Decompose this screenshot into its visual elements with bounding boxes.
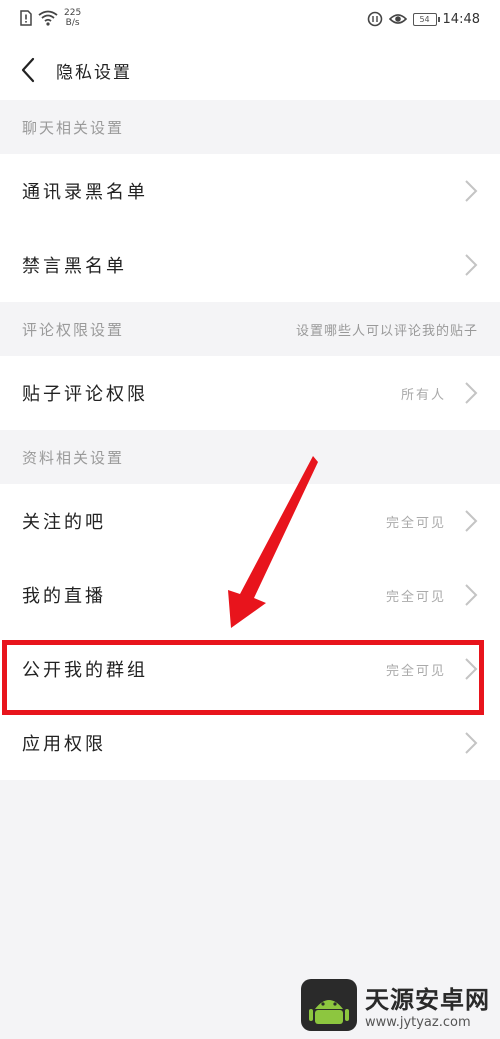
row-followed-bars[interactable]: 关注的吧 完全可见 — [0, 484, 500, 558]
wifi-icon — [38, 10, 58, 26]
battery-level: 54 — [419, 14, 430, 24]
sim-alert-icon — [20, 10, 32, 26]
section-header-profile: 资料相关设置 — [0, 430, 500, 484]
back-button[interactable] — [0, 40, 56, 100]
header: 隐私设置 — [0, 40, 500, 100]
section-header-chat: 聊天相关设置 — [0, 100, 500, 154]
row-label: 公开我的群组 — [22, 660, 148, 681]
network-speed-value: 225 — [64, 8, 82, 18]
android-logo-icon — [301, 979, 357, 1031]
row-value: 完全可见 — [385, 515, 446, 531]
chevron-right-icon — [465, 382, 478, 404]
watermark-name: 天源安卓网 — [365, 986, 490, 1014]
section-title: 评论权限设置 — [22, 320, 125, 339]
sync-icon — [367, 11, 382, 27]
status-time: 14:48 — [442, 11, 480, 27]
watermark-text: 天源安卓网 www.jytyaz.com — [365, 980, 490, 1030]
status-right: 54 14:48 — [367, 11, 480, 27]
row-right — [464, 731, 478, 755]
row-value: 完全可见 — [385, 589, 446, 605]
battery-icon: 54 — [412, 12, 440, 26]
row-my-live[interactable]: 我的直播 完全可见 — [0, 558, 500, 632]
row-right: 完全可见 — [386, 657, 478, 681]
chevron-right-icon — [465, 510, 478, 532]
section-header-comment: 评论权限设置 设置哪些人可以评论我的贴子 — [0, 302, 500, 356]
section-title: 聊天相关设置 — [22, 118, 125, 137]
status-bar: 225 B/s 54 14:48 — [0, 0, 500, 40]
row-label: 关注的吧 — [22, 512, 106, 533]
section-group-chat: 通讯录黑名单 禁言黑名单 — [0, 154, 500, 302]
back-arrow-icon — [21, 57, 35, 83]
row-label: 禁言黑名单 — [22, 256, 127, 277]
row-value: 所有人 — [400, 387, 446, 403]
chevron-right-icon — [465, 180, 478, 202]
page-title: 隐私设置 — [56, 62, 132, 83]
row-right — [464, 253, 478, 277]
network-speed: 225 B/s — [64, 8, 81, 28]
row-label: 贴子评论权限 — [22, 384, 148, 405]
row-label: 应用权限 — [22, 734, 106, 755]
eye-icon — [388, 14, 407, 24]
section-group-comment: 贴子评论权限 所有人 — [0, 356, 500, 430]
row-right — [464, 179, 478, 203]
network-speed-unit: B/s — [65, 18, 80, 28]
row-public-my-groups[interactable]: 公开我的群组 完全可见 — [0, 632, 500, 706]
row-contacts-blacklist[interactable]: 通讯录黑名单 — [0, 154, 500, 228]
section-group-profile: 关注的吧 完全可见 我的直播 完全可见 公开我的群组 完全可见 应用权限 — [0, 484, 500, 780]
watermark: 天源安卓网 www.jytyaz.com — [301, 979, 490, 1031]
section-title: 资料相关设置 — [22, 448, 125, 467]
row-label: 通讯录黑名单 — [22, 182, 148, 203]
row-label: 我的直播 — [22, 586, 106, 607]
chevron-right-icon — [465, 254, 478, 276]
row-right: 所有人 — [401, 381, 478, 405]
row-post-comment-permission[interactable]: 贴子评论权限 所有人 — [0, 356, 500, 430]
row-app-permissions[interactable]: 应用权限 — [0, 706, 500, 780]
watermark-url: www.jytyaz.com — [365, 1015, 471, 1030]
status-left: 225 B/s — [20, 8, 81, 28]
row-right: 完全可见 — [386, 583, 478, 607]
section-note: 设置哪些人可以评论我的贴子 — [295, 323, 478, 339]
chevron-right-icon — [465, 584, 478, 606]
chevron-right-icon — [465, 658, 478, 680]
chevron-right-icon — [465, 732, 478, 754]
row-right: 完全可见 — [386, 509, 478, 533]
row-value: 完全可见 — [385, 663, 446, 679]
row-mute-blacklist[interactable]: 禁言黑名单 — [0, 228, 500, 302]
